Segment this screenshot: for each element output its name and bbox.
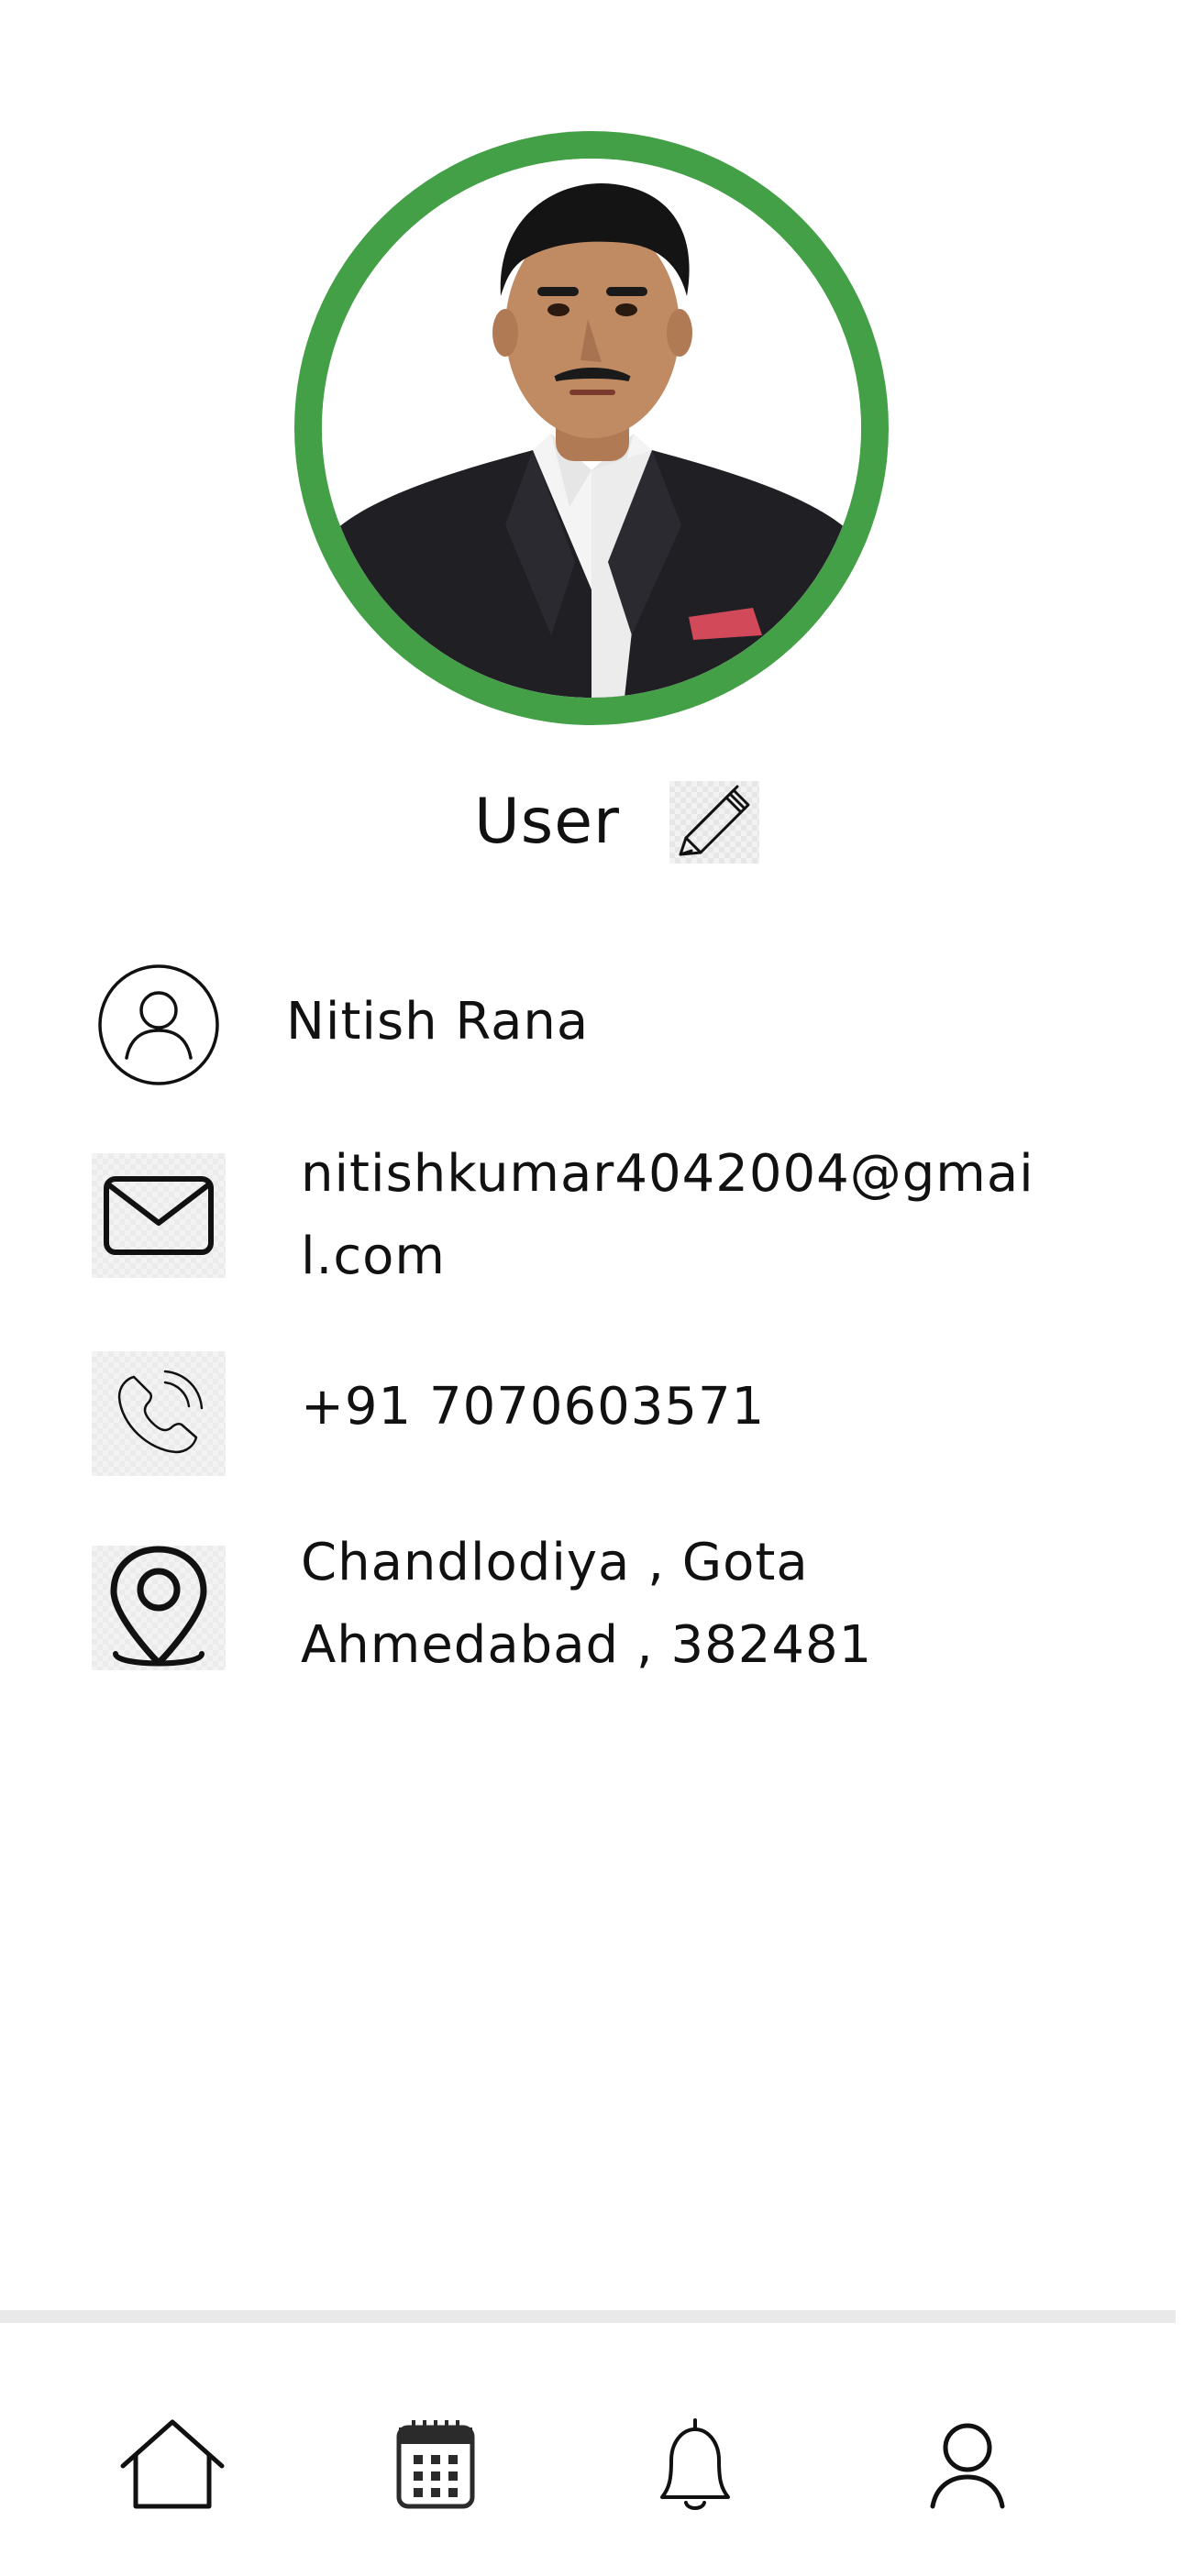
- profile-phone: +91 7070603571: [301, 1377, 766, 1437]
- pencil-icon: [679, 785, 750, 856]
- profile-email-line2: l.com: [301, 1227, 446, 1286]
- profile-name: Nitish Rana: [286, 992, 590, 1051]
- profile-photo-illustration: [322, 159, 861, 698]
- calendar-icon: [396, 2420, 475, 2509]
- map-pin-icon: [92, 1546, 226, 1670]
- profile-photo: [322, 159, 861, 698]
- role-label: User: [474, 786, 620, 858]
- profile-email-line1: nitishkumar4042004@gmai: [301, 1144, 1034, 1204]
- bottom-nav: [0, 2310, 1176, 2576]
- mail-icon: [92, 1153, 226, 1278]
- profile-icon: [930, 2423, 1005, 2509]
- edit-profile-button[interactable]: [669, 781, 759, 864]
- nav-profile[interactable]: [903, 2415, 1032, 2515]
- profile-address-line1: Chandlodiya , Gota: [301, 1533, 809, 1592]
- nav-notifications[interactable]: [631, 2415, 759, 2515]
- home-icon: [120, 2419, 225, 2509]
- user-circle-icon: [92, 963, 226, 1087]
- profile-avatar[interactable]: [294, 131, 889, 725]
- phone-icon: [92, 1351, 226, 1476]
- bell-icon: [660, 2418, 730, 2510]
- profile-address-line2: Ahmedabad , 382481: [301, 1615, 873, 1675]
- nav-calendar[interactable]: [371, 2415, 500, 2515]
- nav-home[interactable]: [108, 2415, 237, 2515]
